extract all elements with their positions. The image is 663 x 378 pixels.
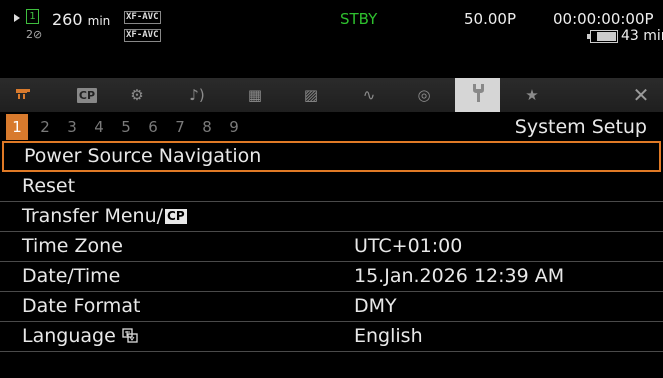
audio-icon: ♪) [189, 86, 205, 104]
tab-camera-setup[interactable] [4, 78, 42, 112]
menu-item-label: Time Zone [22, 235, 123, 257]
recording-setup-icon: ⚙ [130, 86, 144, 104]
menu-item-language[interactable]: Language English [0, 322, 663, 352]
menu-item-date-format[interactable]: Date Format DMY [0, 292, 663, 322]
custom-picture-badge: CP [165, 209, 187, 224]
menu-item-label: Power Source Navigation [24, 145, 262, 167]
menu-item-label: Date/Time [22, 265, 121, 287]
page-selector: 1 2 3 4 5 6 7 8 9 System Setup [0, 114, 663, 140]
menu-list: Power Source Navigation Reset Transfer M… [0, 141, 663, 352]
menu-item-label: Date Format [22, 295, 141, 317]
tab-custom-picture[interactable]: CP [68, 78, 106, 112]
close-menu-button[interactable]: ✕ [619, 78, 663, 112]
section-title: System Setup [514, 116, 647, 138]
battery-value: 43 [621, 28, 639, 44]
menu-item-transfer-menu[interactable]: Transfer Menu/CP [0, 202, 663, 232]
network-icon: ◎ [417, 86, 431, 104]
tab-assistance-functions[interactable]: ∿ [350, 78, 388, 112]
recording-format-1: XF-AVC [124, 11, 161, 24]
recording-status: STBY [340, 10, 378, 28]
timecode: 00:00:00:00P [553, 10, 654, 28]
page-5-button[interactable]: 5 [115, 114, 137, 140]
lcd-viewfinder-icon: ▨ [303, 86, 319, 104]
card-slot-2-icon: 2⊘ [26, 28, 43, 41]
page-7-button[interactable]: 7 [169, 114, 191, 140]
page-4-button[interactable]: 4 [88, 114, 110, 140]
tab-system-setup[interactable] [455, 78, 500, 112]
tab-network-settings[interactable]: ◎ [405, 78, 443, 112]
card-slot-1-icon: 1 [26, 9, 39, 24]
menu-item-value: English [354, 325, 423, 347]
menu-item-time-zone[interactable]: Time Zone UTC+01:00 [0, 232, 663, 262]
menu-item-reset[interactable]: Reset [0, 172, 663, 202]
remaining-time-unit: min [87, 14, 111, 28]
video-setup-icon: ▦ [247, 86, 263, 104]
page-8-button[interactable]: 8 [196, 114, 218, 140]
page-9-button[interactable]: 9 [223, 114, 245, 140]
assistance-functions-icon: ∿ [362, 86, 376, 104]
page-3-button[interactable]: 3 [61, 114, 83, 140]
recording-format-2: XF-AVC [124, 29, 161, 42]
frame-rate: 50.00P [464, 10, 516, 28]
remaining-time-value: 260 [52, 10, 83, 29]
menu-item-label: Language [22, 325, 116, 347]
battery-fill [596, 32, 616, 41]
card-slot-2-label: 2 [26, 28, 33, 41]
tab-my-menu[interactable]: ★ [513, 78, 551, 112]
tab-audio-setup[interactable]: ♪) [178, 78, 216, 112]
tab-recording-setup[interactable]: ⚙ [118, 78, 156, 112]
menu-tab-bar: CP ⚙ ♪) ▦ ▨ ∿ ◎ ★ ✕ [0, 78, 663, 112]
menu-item-label: Transfer Menu/ [22, 205, 164, 227]
status-bar: 1 2⊘ 260 min XF-AVC XF-AVC STBY 50.00P 0… [0, 0, 663, 70]
tab-lcd-vf-setup[interactable]: ▨ [292, 78, 330, 112]
menu-item-value: DMY [354, 295, 397, 317]
menu-item-label-wrap: Transfer Menu/CP [22, 202, 187, 230]
play-indicator-icon [14, 14, 20, 22]
language-icon [122, 328, 138, 343]
page-6-button[interactable]: 6 [142, 114, 164, 140]
menu-item-value: 15.Jan.2026 12:39 AM [354, 265, 565, 287]
battery-icon [587, 30, 618, 43]
battery-unit: min [643, 28, 663, 44]
my-menu-star-icon: ★ [525, 86, 539, 104]
menu-item-value: UTC+01:00 [354, 235, 463, 257]
menu-item-label: Reset [22, 175, 76, 197]
system-setup-icon [469, 83, 487, 107]
custom-picture-icon: CP [76, 87, 98, 103]
close-icon: ✕ [632, 83, 650, 107]
tab-video-setup[interactable]: ▦ [236, 78, 274, 112]
battery-remaining: 43 min [621, 28, 663, 44]
menu-item-label-wrap: Language [22, 322, 138, 350]
menu-item-date-time[interactable]: Date/Time 15.Jan.2026 12:39 AM [0, 262, 663, 292]
menu-item-power-source-navigation[interactable]: Power Source Navigation [2, 141, 661, 172]
camera-icon [14, 86, 32, 104]
page-2-button[interactable]: 2 [34, 114, 56, 140]
page-1-button[interactable]: 1 [6, 114, 28, 140]
remaining-recording-time: 260 min [52, 10, 110, 29]
